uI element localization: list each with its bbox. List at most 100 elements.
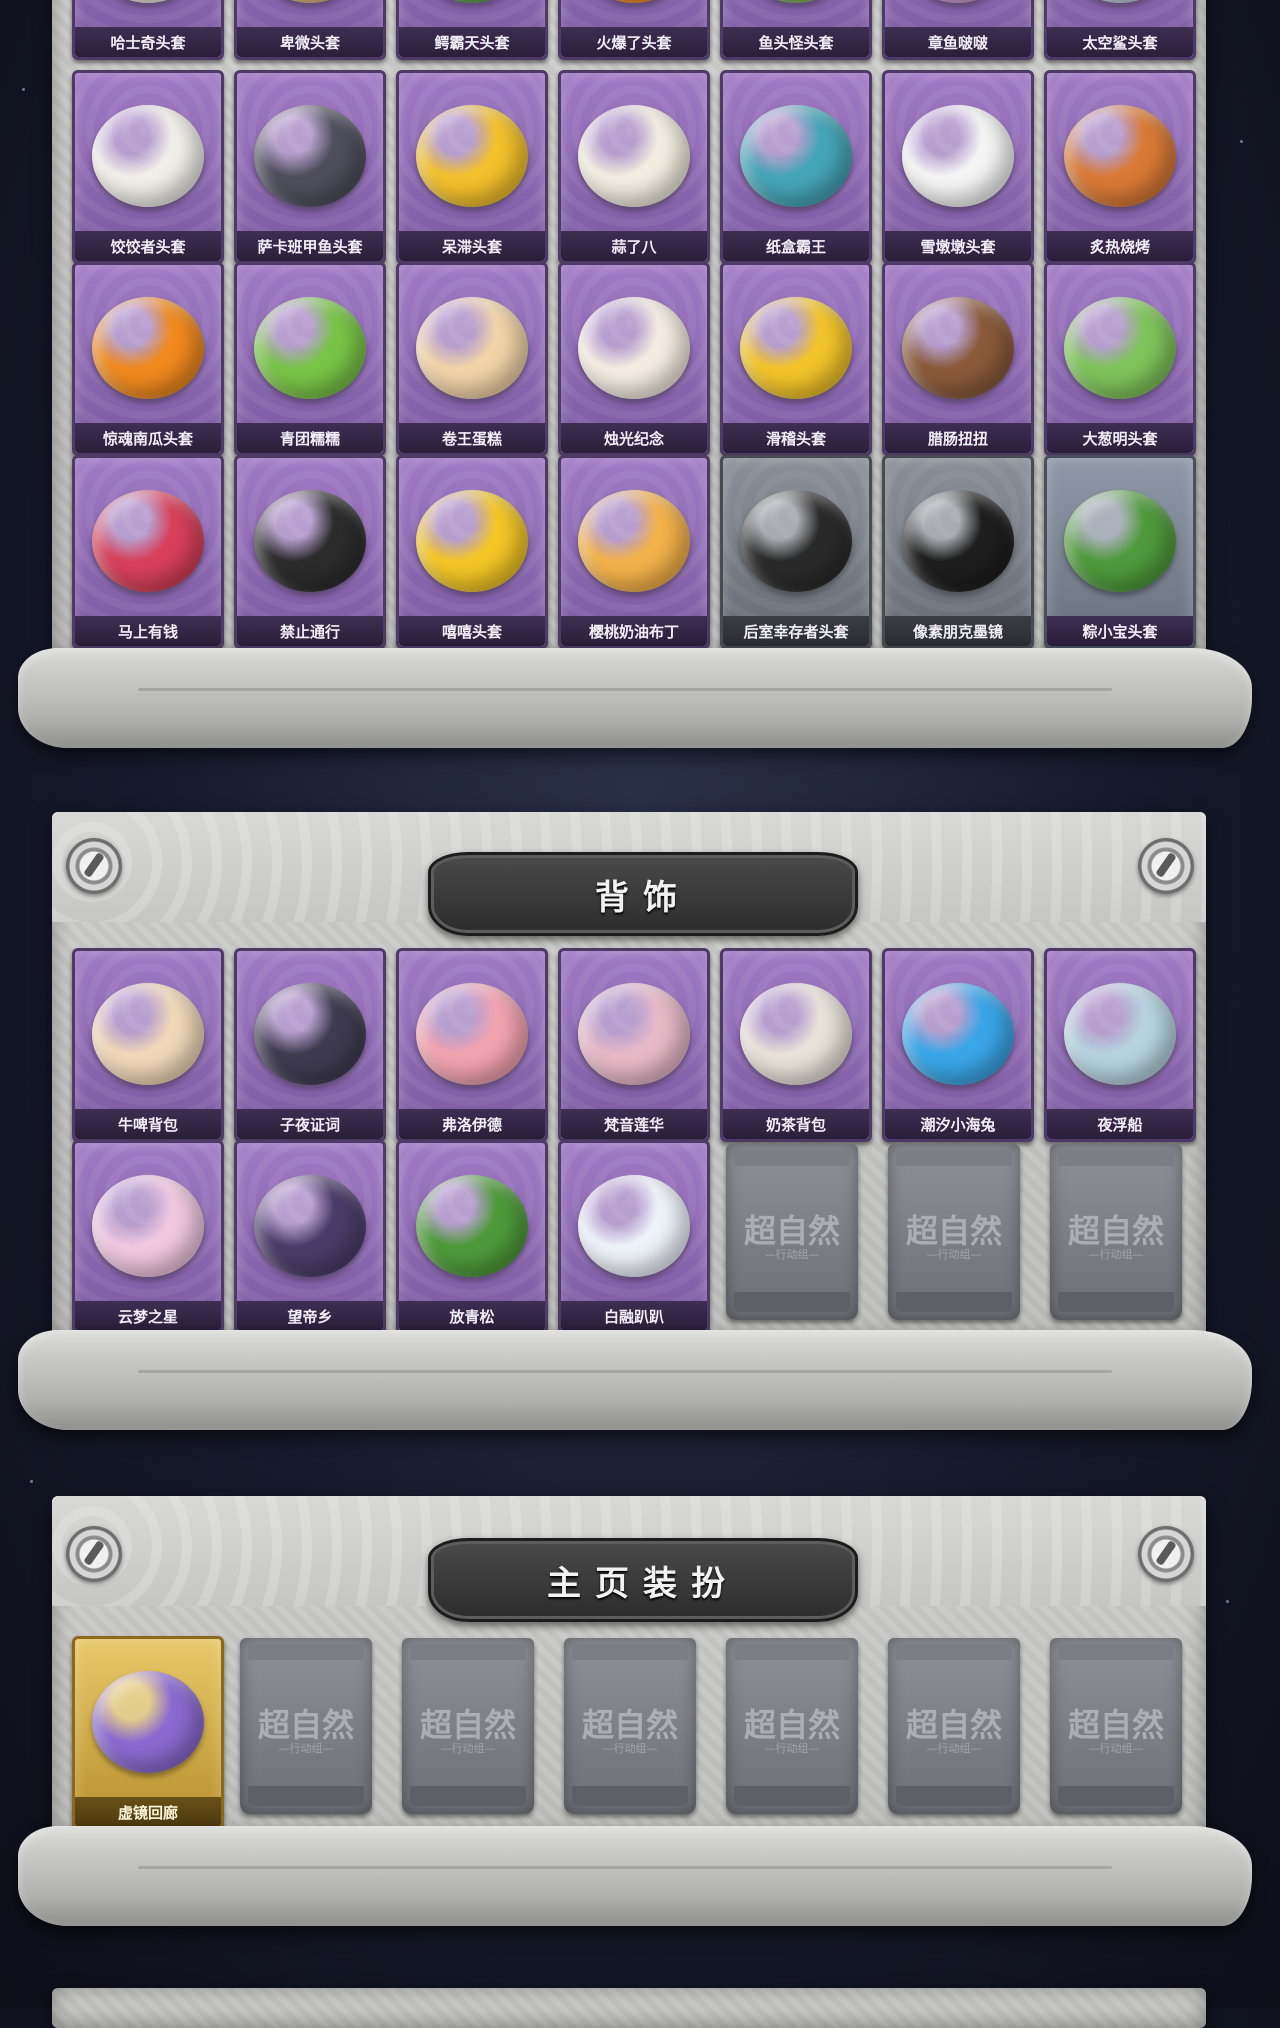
item-card[interactable]: 太空鲨头套 bbox=[1044, 0, 1196, 60]
item-card[interactable]: 潮汐小海兔 bbox=[882, 948, 1034, 1142]
item-card[interactable]: 嘻嘻头套 bbox=[396, 455, 548, 649]
item-card-label: 禁止通行 bbox=[237, 616, 383, 646]
item-card[interactable]: 鳄霸天头套 bbox=[396, 0, 548, 60]
item-card[interactable]: 呆滞头套 bbox=[396, 70, 548, 264]
item-card-label: 樱桃奶油布丁 bbox=[561, 616, 707, 646]
placeholder-sub-text: —行动组— bbox=[764, 1742, 820, 1755]
item-card[interactable]: 惊魂南瓜头套 bbox=[72, 262, 224, 456]
grin-face-icon bbox=[416, 489, 528, 592]
item-card[interactable]: 大葱明头套 bbox=[1044, 262, 1196, 456]
item-card[interactable]: 烛光纪念 bbox=[558, 262, 710, 456]
item-card[interactable]: 虚镜回廊 bbox=[72, 1636, 224, 1830]
item-card[interactable]: 纸盒霸王 bbox=[720, 70, 872, 264]
homepage-panel-scroll-footer bbox=[18, 1826, 1252, 1926]
item-card[interactable]: 梵音莲华 bbox=[558, 948, 710, 1142]
placeholder-sub-text: —行动组— bbox=[602, 1742, 658, 1755]
item-card-label: 蒜了八 bbox=[561, 231, 707, 261]
item-card[interactable]: 青团糯糯 bbox=[234, 262, 386, 456]
funny-face-icon bbox=[740, 296, 852, 399]
item-card[interactable]: 望帝乡 bbox=[234, 1140, 386, 1334]
item-card-label: 腊肠扭扭 bbox=[885, 423, 1031, 453]
pudding-icon bbox=[578, 489, 690, 592]
item-card-label: 夜浮船 bbox=[1047, 1109, 1193, 1139]
item-card[interactable]: 像素朋克墨镜 bbox=[882, 455, 1034, 649]
item-card[interactable]: 粽小宝头套 bbox=[1044, 455, 1196, 649]
item-card[interactable]: 哈士奇头套 bbox=[72, 0, 224, 60]
zongzi-head-icon bbox=[1064, 489, 1176, 592]
horse-head-icon bbox=[92, 489, 204, 592]
item-card-label: 马上有钱 bbox=[75, 616, 221, 646]
item-card-label: 卑微头套 bbox=[237, 27, 383, 57]
placeholder-sub-text: —行动组— bbox=[926, 1248, 982, 1261]
item-card[interactable]: 禁止通行 bbox=[234, 455, 386, 649]
item-card-label: 弗洛伊德 bbox=[399, 1109, 545, 1139]
item-card[interactable]: 滑稽头套 bbox=[720, 262, 872, 456]
garlic-icon bbox=[578, 104, 690, 207]
milk-tea-qr-icon bbox=[740, 982, 852, 1085]
pumpkin-head-icon bbox=[92, 296, 204, 399]
item-card[interactable]: 樱桃奶油布丁 bbox=[558, 455, 710, 649]
item-card-label: 太空鲨头套 bbox=[1047, 27, 1193, 57]
item-card-label: 火爆了头套 bbox=[561, 27, 707, 57]
item-card-label: 望帝乡 bbox=[237, 1301, 383, 1331]
roll-cake-icon bbox=[416, 296, 528, 399]
next-panel-edge bbox=[52, 1988, 1206, 2028]
item-card[interactable]: 后室幸存者头套 bbox=[720, 455, 872, 649]
item-card[interactable]: 白融趴趴 bbox=[558, 1140, 710, 1334]
locked-slot-placeholder: 超自然 —行动组— bbox=[726, 1638, 858, 1814]
item-card[interactable]: 火爆了头套 bbox=[558, 0, 710, 60]
item-card-label: 萨卡班甲鱼头套 bbox=[237, 231, 383, 261]
item-card-label: 卷王蛋糕 bbox=[399, 423, 545, 453]
humble-head-icon bbox=[254, 0, 366, 3]
item-card[interactable]: 雪墩墩头套 bbox=[882, 70, 1034, 264]
grilled-meat-icon bbox=[1064, 104, 1176, 207]
item-card-label: 子夜证词 bbox=[237, 1109, 383, 1139]
octopus-icon bbox=[902, 0, 1014, 3]
item-card-label: 呆滞头套 bbox=[399, 231, 545, 261]
item-card[interactable]: 卑微头套 bbox=[234, 0, 386, 60]
item-card[interactable]: 鱼头怪头套 bbox=[720, 0, 872, 60]
locked-slot-placeholder: 超自然 —行动组— bbox=[402, 1638, 534, 1814]
bonsai-pine-icon bbox=[416, 1174, 528, 1277]
item-card[interactable]: 弗洛伊德 bbox=[396, 948, 548, 1142]
item-card[interactable]: 章鱼啵啵 bbox=[882, 0, 1034, 60]
item-card[interactable]: 子夜证词 bbox=[234, 948, 386, 1142]
item-card[interactable]: 夜浮船 bbox=[1044, 948, 1196, 1142]
homepage-section-banner: 主页装扮 bbox=[428, 1538, 858, 1622]
item-card-label: 放青松 bbox=[399, 1301, 545, 1331]
green-dumpling-icon bbox=[254, 296, 366, 399]
item-card[interactable]: 放青松 bbox=[396, 1140, 548, 1334]
placeholder-sub-text: —行动组— bbox=[1088, 1248, 1144, 1261]
item-card[interactable]: 云梦之星 bbox=[72, 1140, 224, 1334]
sacabambaspis-icon bbox=[254, 104, 366, 207]
item-card-label: 炙热烧烤 bbox=[1047, 231, 1193, 261]
fire-head-icon bbox=[578, 0, 690, 3]
item-card-label: 粽小宝头套 bbox=[1047, 616, 1193, 646]
pixel-sunglasses-icon bbox=[902, 489, 1014, 592]
item-card-label: 烛光纪念 bbox=[561, 423, 707, 453]
background-star bbox=[1240, 140, 1243, 143]
item-card[interactable]: 牛啤背包 bbox=[72, 948, 224, 1142]
snowman-head-icon bbox=[902, 104, 1014, 207]
locked-slot-placeholder: 超自然 —行动组— bbox=[726, 1144, 858, 1320]
homepage-section-title: 主页装扮 bbox=[547, 1563, 739, 1604]
item-card-label: 嘻嘻头套 bbox=[399, 616, 545, 646]
item-card[interactable]: 腊肠扭扭 bbox=[882, 262, 1034, 456]
item-card-label: 纸盒霸王 bbox=[723, 231, 869, 261]
item-card[interactable]: 奶茶背包 bbox=[720, 948, 872, 1142]
locked-slot-placeholder: 超自然 —行动组— bbox=[1050, 1144, 1182, 1320]
background-star bbox=[1226, 1600, 1229, 1603]
item-card[interactable]: 蒜了八 bbox=[558, 70, 710, 264]
fish-monster-icon bbox=[740, 0, 852, 3]
item-card[interactable]: 饺饺者头套 bbox=[72, 70, 224, 264]
item-card[interactable]: 炙热烧烤 bbox=[1044, 70, 1196, 264]
item-card-label: 梵音莲华 bbox=[561, 1109, 707, 1139]
item-card-label: 鱼头怪头套 bbox=[723, 27, 869, 57]
item-card[interactable]: 萨卡班甲鱼头套 bbox=[234, 70, 386, 264]
item-card[interactable]: 马上有钱 bbox=[72, 455, 224, 649]
item-card[interactable]: 卷王蛋糕 bbox=[396, 262, 548, 456]
item-card-label: 哈士奇头套 bbox=[75, 27, 221, 57]
panel-corner-emblem-icon bbox=[1138, 838, 1194, 894]
item-card-label: 饺饺者头套 bbox=[75, 231, 221, 261]
panel-corner-emblem-icon bbox=[66, 1526, 122, 1582]
